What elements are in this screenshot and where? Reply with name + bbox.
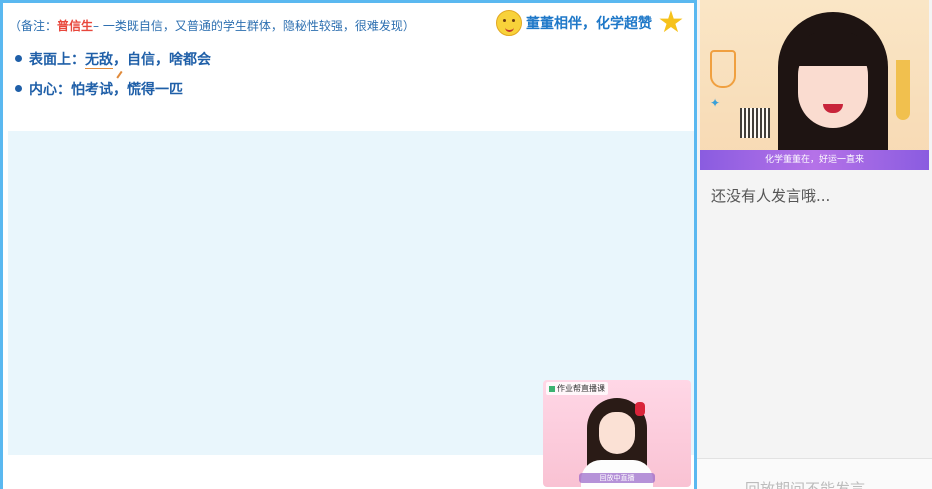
slide-note: （备注：普信生– 一类既自信，又普通的学生群体，隐秘性较强，很难发现）: [9, 17, 415, 34]
bullet-item: 表面上：无敌，自信，啥都会: [15, 49, 211, 69]
bullet-underlined: 无敌: [85, 52, 113, 69]
hair-bow-icon: [635, 402, 645, 416]
flask-icon: [710, 50, 736, 88]
brand-icon: [549, 385, 555, 392]
bullet-prefix: 内心：: [29, 82, 71, 98]
bullet-rest: 怕考试，慌得一匹: [71, 82, 183, 98]
pip-camera[interactable]: 作业帮直播课 回放中直播: [543, 380, 691, 487]
note-prefix: （备注：: [9, 19, 58, 33]
test-tube-icon: [896, 60, 910, 120]
bullet-dot-icon: [15, 84, 22, 92]
teacher-camera[interactable]: ✦ 化学董董在，好运一直来: [700, 0, 929, 170]
bullet-item: 内心：怕考试，慌得一匹: [15, 79, 183, 99]
slogan-text: 董董相伴，化学超赞: [526, 16, 652, 32]
star-icon: ★: [657, 5, 685, 40]
chat-empty-message: 还没有人发言哦...: [711, 187, 831, 205]
bullet-prefix: 表面上：: [29, 52, 85, 68]
pip-label: 作业帮直播课: [546, 382, 608, 395]
face-emoji-icon: [496, 10, 522, 36]
note-highlight: 普信生: [57, 19, 94, 33]
teacher-caption: 化学董董在，好运一直来: [700, 150, 929, 170]
bullet-dot-icon: [15, 54, 22, 62]
right-panel: ✦ 化学董董在，好运一直来 还没有人发言哦...: [697, 0, 932, 489]
courseware-slide: （备注：普信生– 一类既自信，又普通的学生群体，隐秘性较强，很难发现） 董董相伴…: [0, 0, 697, 489]
slogan-banner: 董董相伴，化学超赞 ★: [496, 7, 686, 39]
teacher-image: [768, 8, 898, 162]
barcode-icon: [740, 108, 770, 138]
sparkle-icon: ✦: [710, 96, 721, 110]
bullet-rest: ，自信，啥都会: [113, 52, 211, 68]
live-class-window: （备注：普信生– 一类既自信，又普通的学生群体，隐秘性较强，很难发现） 董董相伴…: [0, 0, 932, 489]
note-rest: – 一类既自信，又普通的学生群体，隐秘性较强，很难发现）: [93, 19, 415, 33]
chat-disabled-notice: 回放期间不能发言: [745, 480, 866, 489]
pip-name-tag: 回放中直播: [579, 473, 655, 483]
